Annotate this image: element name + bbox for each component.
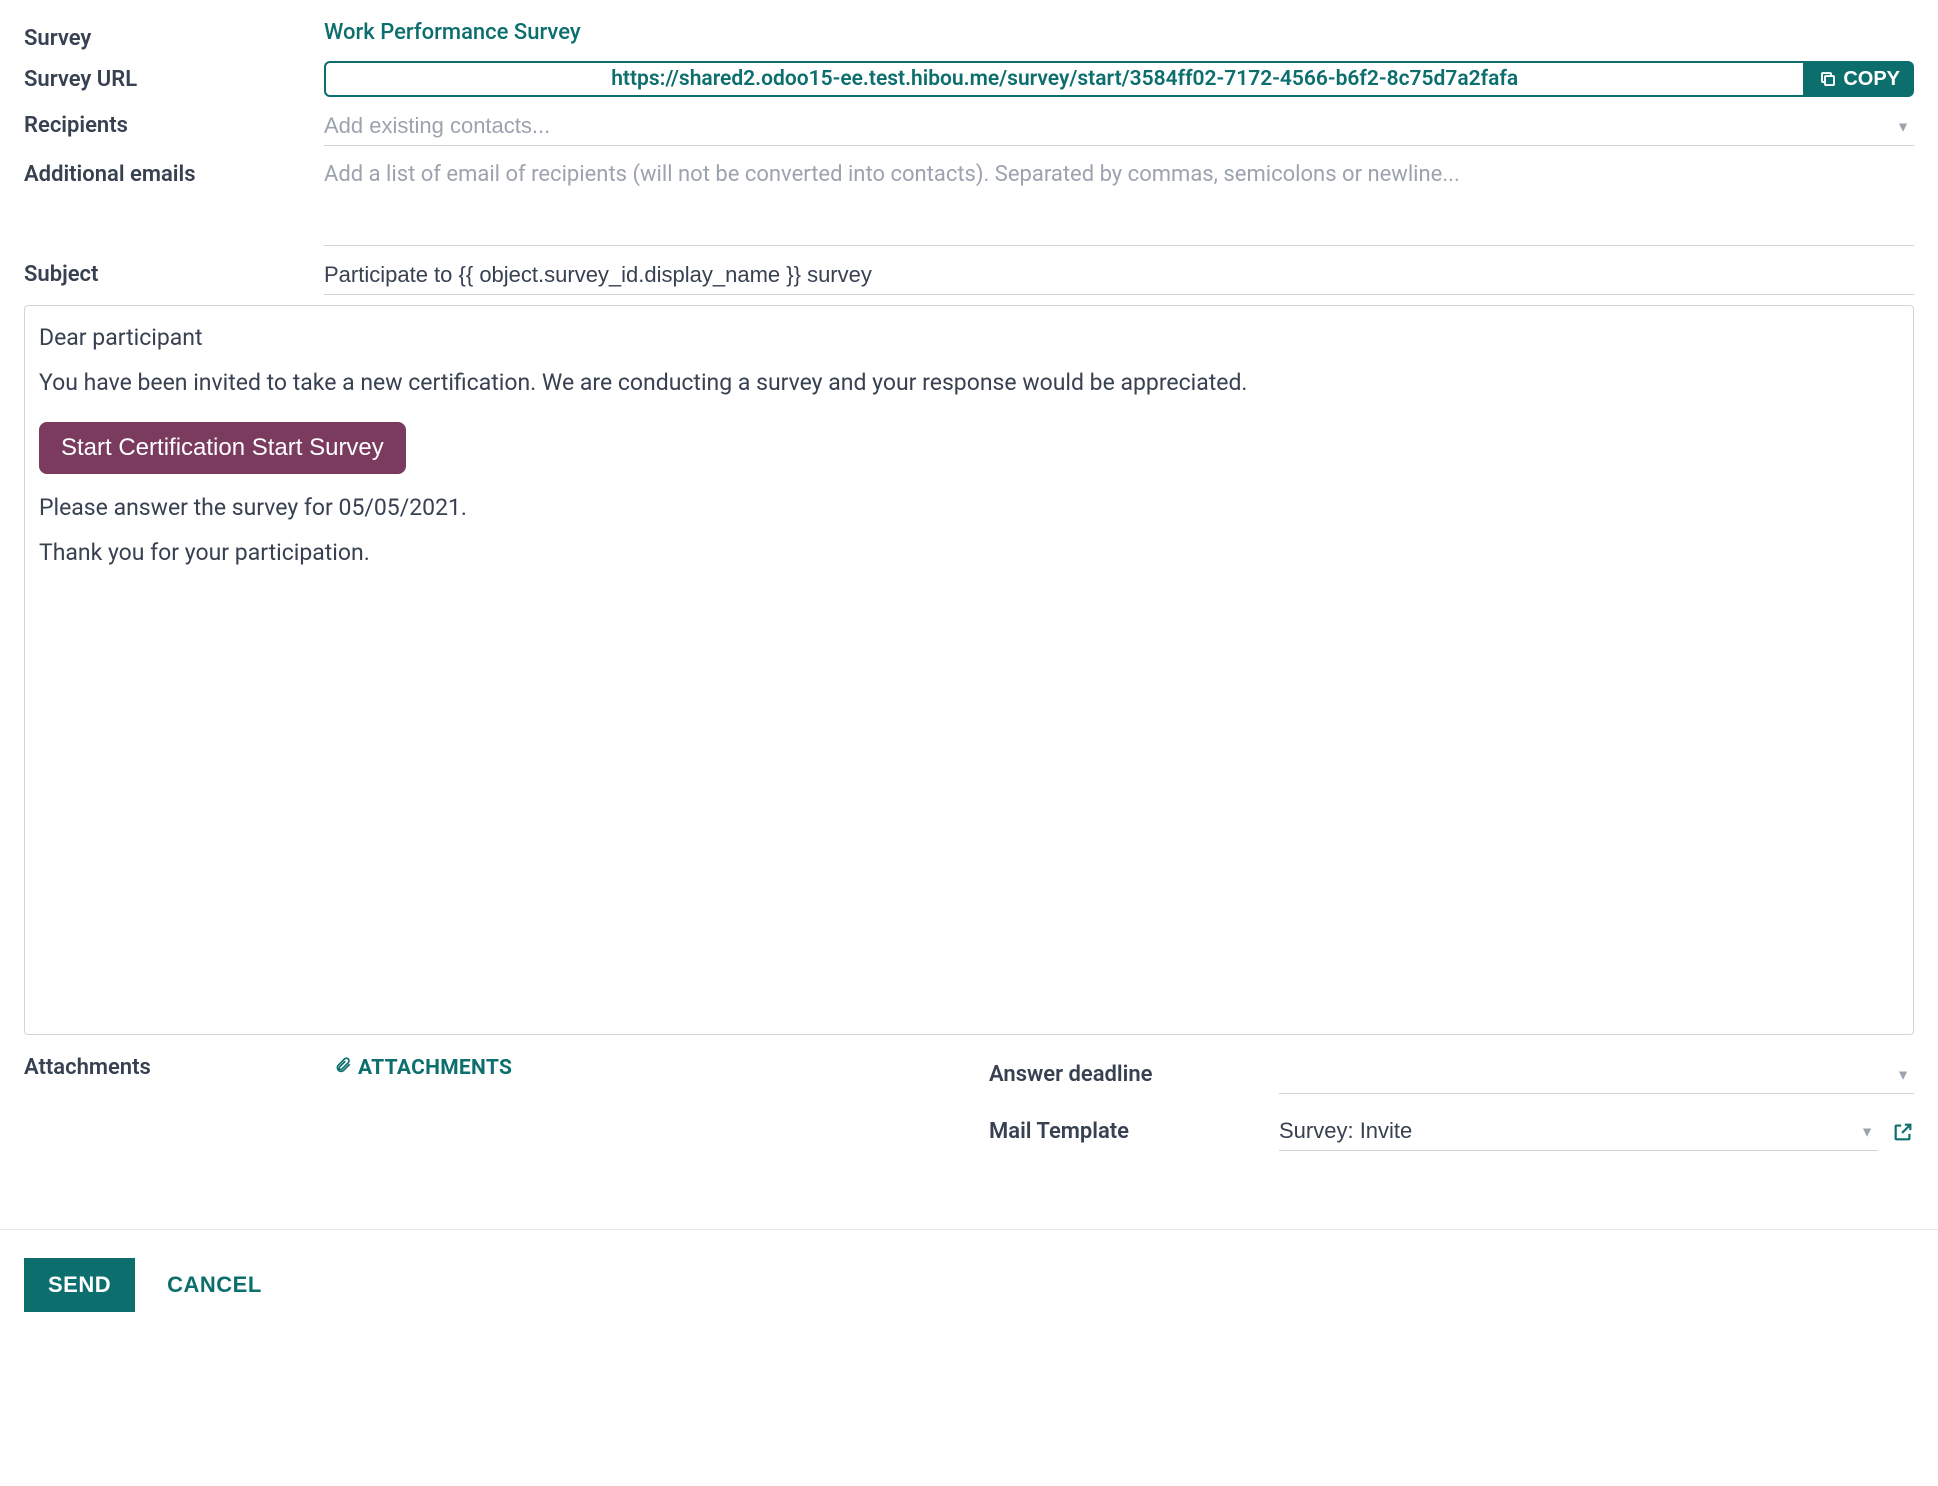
- subject-label: Subject: [24, 256, 324, 287]
- divider: [0, 1229, 1938, 1230]
- paperclip-icon: [334, 1056, 352, 1080]
- external-link-icon[interactable]: [1892, 1121, 1914, 1143]
- body-line2: Please answer the survey for 05/05/2021.: [39, 494, 1899, 521]
- copy-button[interactable]: COPY: [1805, 61, 1914, 97]
- cancel-button[interactable]: CANCEL: [157, 1258, 272, 1312]
- recipients-input[interactable]: [324, 107, 1914, 146]
- body-line1: You have been invited to take a new cert…: [39, 369, 1899, 396]
- mail-template-label: Mail Template: [989, 1119, 1279, 1144]
- attachments-label: Attachments: [24, 1055, 314, 1080]
- recipients-label: Recipients: [24, 107, 324, 138]
- mail-template-select[interactable]: [1279, 1112, 1878, 1151]
- body-greeting: Dear participant: [39, 324, 1899, 351]
- copy-icon: [1819, 70, 1837, 88]
- start-survey-button[interactable]: Start Certification Start Survey: [39, 422, 406, 474]
- survey-label: Survey: [24, 20, 324, 51]
- survey-url-label: Survey URL: [24, 61, 324, 92]
- attachments-button[interactable]: ATTACHMENTS: [334, 1056, 512, 1080]
- copy-button-label: COPY: [1843, 68, 1900, 91]
- additional-emails-label: Additional emails: [24, 156, 324, 187]
- answer-deadline-label: Answer deadline: [989, 1062, 1279, 1087]
- send-button[interactable]: SEND: [24, 1258, 135, 1312]
- survey-name-link[interactable]: Work Performance Survey: [324, 20, 581, 45]
- answer-deadline-input[interactable]: [1279, 1055, 1914, 1094]
- additional-emails-input[interactable]: Add a list of email of recipients (will …: [324, 156, 1914, 246]
- survey-url-value: https://shared2.odoo15-ee.test.hibou.me/…: [324, 61, 1805, 97]
- attachments-button-label: ATTACHMENTS: [358, 1056, 512, 1080]
- body-line3: Thank you for your participation.: [39, 539, 1899, 566]
- email-body-editor[interactable]: Dear participant You have been invited t…: [24, 305, 1914, 1035]
- subject-input[interactable]: [324, 256, 1914, 295]
